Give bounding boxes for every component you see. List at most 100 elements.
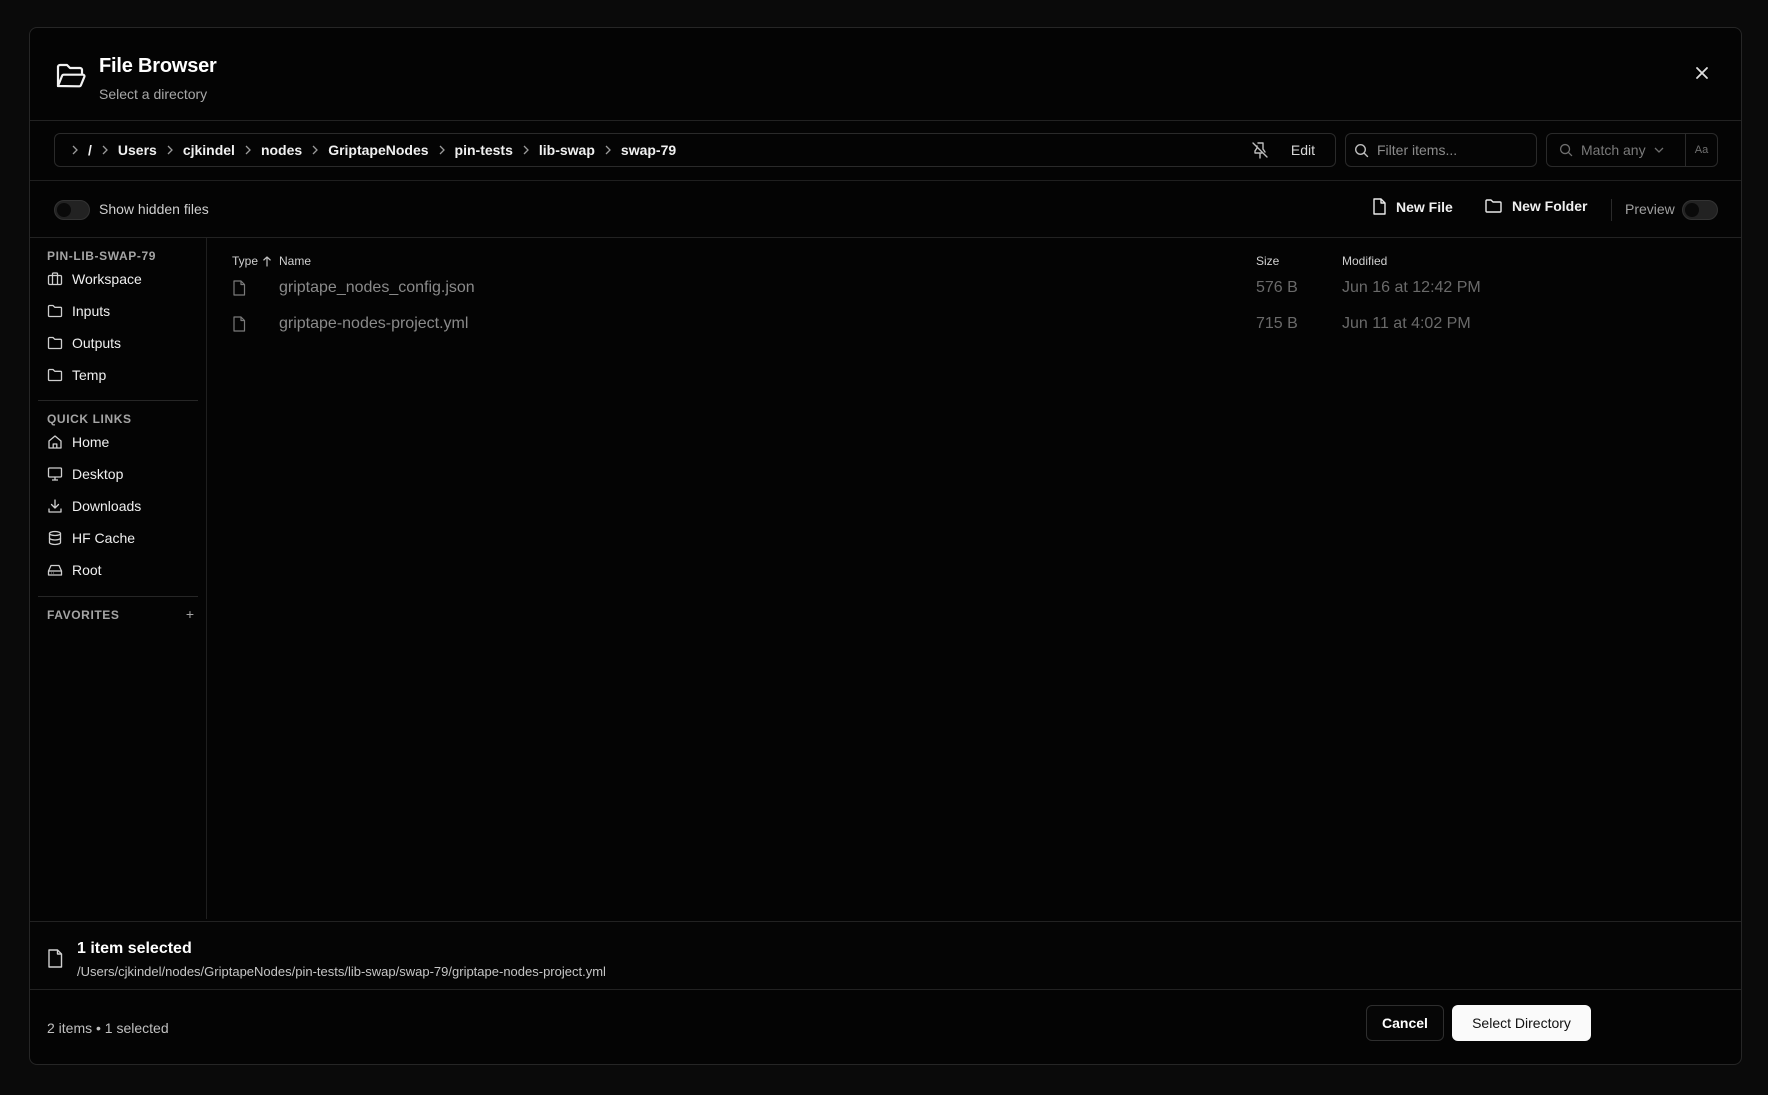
preview-label: Preview <box>1625 201 1675 217</box>
file-name: griptape_nodes_config.json <box>279 279 475 296</box>
sidebar-item-temp[interactable]: Temp <box>47 367 106 383</box>
new-folder-label: New Folder <box>1512 198 1588 214</box>
database-icon <box>48 530 62 546</box>
file-icon <box>233 316 246 332</box>
column-header-size[interactable]: Size <box>1256 254 1279 268</box>
sidebar-item-outputs[interactable]: Outputs <box>47 335 121 351</box>
sidebar-item-workspace[interactable]: Workspace <box>47 271 142 287</box>
breadcrumb-segments: / Users cjkindel nodes GriptapeNodes pin-tes… <box>55 134 1251 166</box>
sidebar-item-label: Desktop <box>72 466 124 482</box>
sidebar-item-label: Outputs <box>72 335 122 351</box>
sidebar: PIN-LIB-SWAP-79 Workspace Inputs Outputs… <box>30 238 207 919</box>
search-icon <box>1559 143 1573 157</box>
filter-field <box>1345 133 1537 167</box>
sidebar-item-label: Workspace <box>72 271 142 287</box>
monitor-icon <box>47 467 63 481</box>
favorites-title: FAVORITES <box>47 608 120 622</box>
file-modified: Jun 16 at 12:42 PM <box>1342 279 1481 296</box>
sidebar-item-label: HF Cache <box>72 530 136 546</box>
breadcrumb-segment[interactable]: pin-tests <box>455 142 513 158</box>
select-directory-button[interactable]: Select Directory <box>1452 1005 1591 1041</box>
file-name: griptape-nodes-project.yml <box>279 315 469 332</box>
table-row[interactable]: griptape_nodes_config.json 576 B Jun 16 … <box>207 270 1741 306</box>
chevron-right-icon[interactable] <box>71 145 79 155</box>
sidebar-item-label: Inputs <box>72 303 111 319</box>
show-hidden-label: Show hidden files <box>99 201 209 217</box>
preview-toggle[interactable] <box>1682 200 1718 220</box>
selection-bar: 1 item selected /Users/cjkindel/nodes/Gr… <box>30 921 1741 990</box>
file-browser-dialog: File Browser Select a directory / Users c… <box>29 27 1742 1065</box>
file-modified: Jun 11 at 4:02 PM <box>1342 315 1471 332</box>
filter-input[interactable] <box>1377 142 1527 158</box>
close-icon[interactable] <box>1693 64 1711 82</box>
chevron-right-icon <box>605 145 611 155</box>
briefcase-icon <box>47 272 63 286</box>
breadcrumb-segment[interactable]: lib-swap <box>539 142 595 158</box>
new-file-button[interactable]: New File <box>1372 198 1453 215</box>
folder-icon <box>47 304 63 318</box>
project-section-title: PIN-LIB-SWAP-79 <box>47 249 157 263</box>
chevron-down-icon <box>1654 147 1664 153</box>
sidebar-item-label: Root <box>72 562 102 578</box>
chevron-right-icon <box>102 145 108 155</box>
chevron-right-icon <box>523 145 529 155</box>
sidebar-item-label: Temp <box>72 367 107 383</box>
toolbar-divider <box>1611 199 1612 221</box>
sidebar-item-label: Downloads <box>72 498 142 514</box>
breadcrumb-segment[interactable]: cjkindel <box>183 142 235 158</box>
breadcrumb-segment[interactable]: nodes <box>261 142 302 158</box>
match-mode-label: Match any <box>1581 142 1646 158</box>
selection-title: 1 item selected <box>77 940 192 957</box>
sidebar-item-home[interactable]: Home <box>47 434 109 450</box>
dialog-footer: 2 items • 1 selected Cancel Select Direc… <box>30 990 1741 1064</box>
new-file-label: New File <box>1396 198 1453 215</box>
download-icon <box>48 499 62 513</box>
file-icon <box>48 949 63 968</box>
file-icon <box>1373 198 1386 215</box>
breadcrumb: / Users cjkindel nodes GriptapeNodes pin-tes… <box>54 133 1336 167</box>
breadcrumb-segment[interactable]: Users <box>118 142 157 158</box>
chevron-right-icon <box>439 145 445 155</box>
column-header-type-label: Type <box>232 254 259 268</box>
match-mode-select[interactable]: Match any <box>1547 134 1686 166</box>
item-count: 2 items • 1 selected <box>47 1020 169 1036</box>
sidebar-item-hf-cache[interactable]: HF Cache <box>47 530 135 546</box>
file-list: Type Name Size Modified griptape_nodes_c… <box>207 238 1741 919</box>
dialog-title: File Browser <box>99 55 217 77</box>
selection-path: /Users/cjkindel/nodes/GriptapeNodes/pin-… <box>77 964 606 979</box>
show-hidden-toggle[interactable] <box>54 200 90 220</box>
sidebar-item-downloads[interactable]: Downloads <box>47 498 141 514</box>
cancel-button[interactable]: Cancel <box>1366 1005 1444 1041</box>
folder-icon <box>47 368 63 382</box>
chevron-right-icon <box>245 145 251 155</box>
sidebar-item-desktop[interactable]: Desktop <box>47 466 123 482</box>
pin-off-icon[interactable] <box>1251 141 1269 159</box>
column-header-modified[interactable]: Modified <box>1342 254 1387 268</box>
match-case-button[interactable]: Aa <box>1686 144 1717 156</box>
breadcrumb-segment[interactable]: GriptapeNodes <box>328 142 428 158</box>
sidebar-item-label: Home <box>72 434 110 450</box>
edit-path-button[interactable]: Edit <box>1291 142 1315 158</box>
column-header-name[interactable]: Name <box>279 254 311 268</box>
breadcrumb-root[interactable]: / <box>88 142 92 158</box>
arrow-up-icon <box>263 255 271 267</box>
chevron-right-icon <box>167 145 173 155</box>
breadcrumb-segment[interactable]: swap-79 <box>621 142 676 158</box>
sidebar-divider <box>38 596 198 597</box>
file-size: 576 B <box>1256 279 1298 296</box>
folder-icon <box>47 336 63 350</box>
folder-icon <box>1485 199 1502 213</box>
column-header-type[interactable]: Type <box>232 254 272 268</box>
sidebar-item-root[interactable]: Root <box>47 562 102 578</box>
dialog-header: File Browser Select a directory <box>30 28 1741 121</box>
dialog-subtitle: Select a directory <box>99 86 208 102</box>
sidebar-item-inputs[interactable]: Inputs <box>47 303 110 319</box>
new-folder-button[interactable]: New Folder <box>1485 198 1587 214</box>
add-favorite-button[interactable]: + <box>186 606 194 622</box>
table-row[interactable]: griptape-nodes-project.yml 715 B Jun 11 … <box>207 306 1741 342</box>
file-icon <box>233 280 246 296</box>
match-mode-control: Match any Aa <box>1546 133 1718 167</box>
file-size: 715 B <box>1256 315 1298 332</box>
home-icon <box>48 435 62 449</box>
toolbar: Show hidden files New File New Folder Pr… <box>30 180 1741 238</box>
